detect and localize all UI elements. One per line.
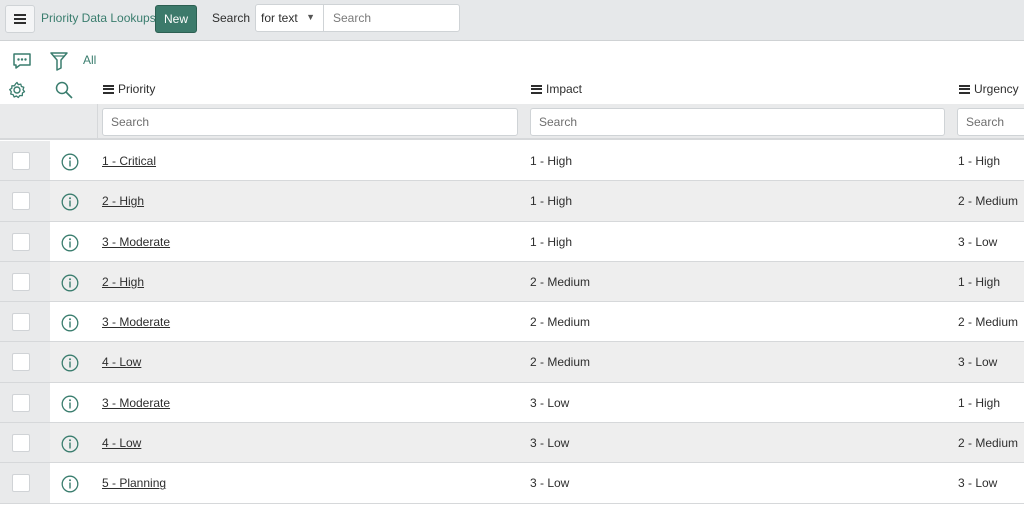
row-checkbox[interactable] (12, 232, 30, 251)
row-checkbox[interactable] (12, 393, 30, 412)
impact-value: 1 - High (530, 234, 573, 249)
search-input[interactable] (323, 4, 460, 32)
impact-value: 1 - High (530, 154, 573, 168)
impact-value: 2 - Medium (530, 355, 591, 370)
row-select-cell (0, 302, 50, 342)
info-icon[interactable] (61, 354, 79, 377)
impact-value: 3 - Low (530, 436, 570, 451)
urgency-value: 1 - High (958, 274, 1001, 289)
column-header-urgency[interactable]: Urgency (959, 82, 1019, 96)
table-row: 4 - Low 2 - Medium 3 - Low (0, 342, 1024, 383)
menu-button[interactable] (5, 5, 35, 33)
column-menu-icon[interactable] (959, 84, 970, 94)
urgency-value: 2 - Medium (958, 315, 1019, 330)
column-label: Urgency (974, 82, 1019, 96)
list-toolbar: All (0, 44, 1024, 76)
urgency-value: 2 - Medium (958, 194, 1019, 209)
row-select-cell (0, 463, 50, 503)
table-row: 4 - Low 3 - Low 2 - Medium (0, 423, 1024, 464)
info-icon[interactable] (61, 234, 79, 257)
table-row: 3 - Moderate 2 - Medium 2 - Medium (0, 302, 1024, 343)
urgency-value: 3 - Low (958, 355, 998, 370)
column-label: Impact (546, 82, 583, 96)
dropdown-caret-icon: ▼ (306, 12, 315, 22)
impact-search-input[interactable] (530, 108, 945, 136)
priority-link[interactable]: 3 - Moderate (102, 235, 170, 249)
priority-link[interactable]: 2 - High (102, 275, 144, 289)
search-icon[interactable] (55, 81, 73, 99)
top-bar: Priority Data Lookups New Search for tex… (0, 0, 1024, 41)
search-field-select[interactable]: for text ▼ (255, 4, 324, 32)
filter-icon[interactable] (50, 51, 68, 71)
row-checkbox[interactable] (12, 313, 30, 332)
impact-value: 2 - Medium (530, 274, 591, 289)
impact-value: 3 - Low (530, 395, 570, 410)
urgency-value: 3 - Low (958, 234, 998, 249)
row-checkbox[interactable] (12, 434, 30, 453)
table-row: 3 - Moderate 1 - High 3 - Low (0, 221, 1024, 262)
column-header-impact[interactable]: Impact (531, 82, 582, 96)
urgency-value: 2 - Medium (958, 436, 1019, 451)
row-checkbox[interactable] (12, 192, 30, 211)
column-menu-icon[interactable] (531, 84, 542, 94)
search-label: Search (212, 11, 251, 25)
search-field-selected: for text (261, 11, 298, 25)
priority-link[interactable]: 4 - Low (102, 436, 141, 450)
row-checkbox[interactable] (12, 474, 30, 493)
priority-link[interactable]: 3 - Moderate (102, 396, 170, 410)
priority-link[interactable]: 2 - High (102, 194, 144, 208)
filter-breadcrumb-all[interactable]: All (83, 53, 96, 67)
column-label: Priority (118, 82, 156, 96)
info-icon[interactable] (61, 153, 79, 176)
priority-link[interactable]: 1 - Critical (102, 154, 156, 168)
row-select-cell (0, 181, 50, 221)
table-row: 2 - High 2 - Medium 1 - High (0, 261, 1024, 303)
row-checkbox[interactable] (12, 353, 30, 372)
urgency-value: 3 - Low (958, 476, 998, 491)
table-row: 2 - High 1 - High 2 - Medium (0, 181, 1024, 222)
info-icon[interactable] (61, 395, 79, 418)
list-title[interactable]: Priority Data Lookups (41, 11, 156, 25)
row-select-cell (0, 261, 50, 302)
table-row: 3 - Moderate 3 - Low 1 - High (0, 382, 1024, 424)
urgency-value: 1 - High (958, 395, 1001, 410)
hamburger-menu-icon (14, 14, 26, 24)
priority-link[interactable]: 4 - Low (102, 355, 141, 369)
impact-value: 3 - Low (530, 476, 570, 491)
table-body: 1 - Critical 1 - High 1 - High 2 - High 1 - … (0, 141, 1024, 504)
table-row: 5 - Planning 3 - Low 3 - Low (0, 463, 1024, 504)
table-row: 1 - Critical 1 - High 1 - High (0, 141, 1024, 182)
gear-icon[interactable] (8, 81, 26, 99)
info-icon[interactable] (61, 475, 79, 498)
info-icon[interactable] (61, 274, 79, 297)
row-select-cell (0, 342, 50, 382)
priority-link[interactable]: 5 - Planning (102, 476, 166, 490)
row-select-cell (0, 382, 50, 423)
row-select-cell (0, 141, 50, 181)
row-checkbox[interactable] (12, 152, 30, 170)
info-icon[interactable] (61, 435, 79, 458)
urgency-search-input[interactable] (957, 108, 1024, 136)
row-select-cell (0, 221, 50, 261)
row-select-cell (0, 423, 50, 463)
urgency-value: 1 - High (958, 154, 1001, 168)
row-checkbox[interactable] (12, 272, 30, 291)
info-icon[interactable] (61, 314, 79, 337)
priority-link[interactable]: 3 - Moderate (102, 315, 170, 329)
new-button[interactable]: New (155, 5, 197, 33)
column-search-row (0, 104, 1024, 140)
impact-value: 1 - High (530, 194, 573, 209)
priority-search-input[interactable] (102, 108, 518, 136)
info-icon[interactable] (61, 193, 79, 216)
table-header: Priority Impact Urgency (0, 76, 1024, 104)
column-menu-icon[interactable] (103, 84, 114, 94)
column-header-priority[interactable]: Priority (103, 82, 155, 96)
chat-icon[interactable] (12, 52, 32, 70)
impact-value: 2 - Medium (530, 315, 591, 330)
